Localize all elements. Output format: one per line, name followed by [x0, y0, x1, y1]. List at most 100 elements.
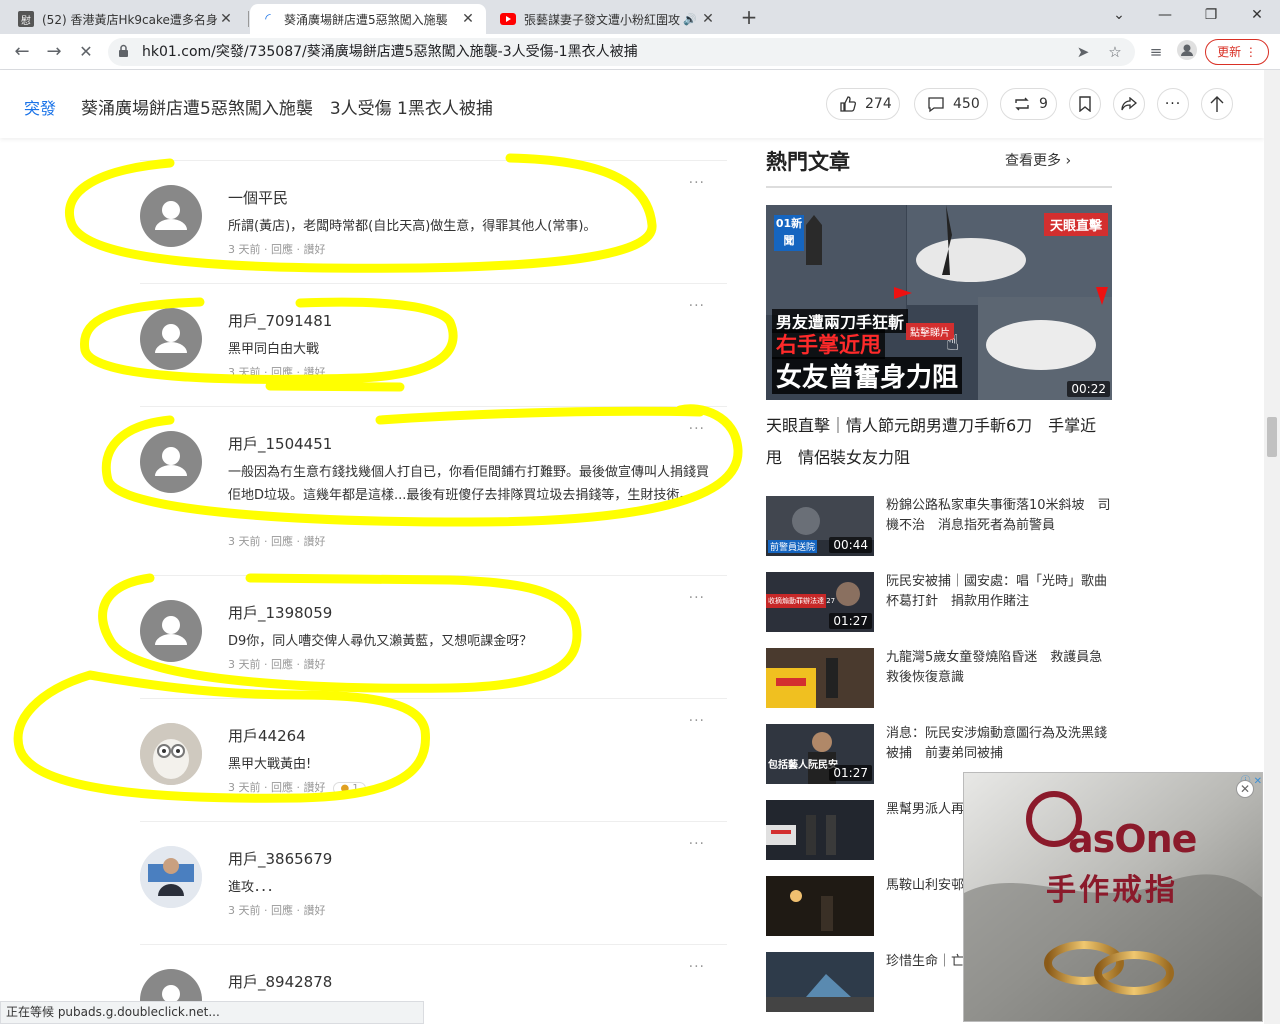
comment-item: 用戶_3865679 進攻．．． 3 天前 · 回應 · 讚好 ··· — [140, 821, 727, 944]
burger-emoji-icon: ● — [340, 783, 350, 794]
comment-item: 用戶_1398059 D9你，同人嘈交俾人尋仇又瀨黃藍，又想呃課金呀？ 3 天前… — [140, 575, 727, 698]
tab-hk01[interactable]: ◜ 葵涌廣場餅店遭5惡煞闖入施襲 ✕ — [250, 4, 486, 34]
comment-more-icon[interactable]: ··· — [689, 959, 705, 975]
comment-item: 一個平民 所謂(黃店)，老闆時常都(自比天高)做生意，得罪其他人(常事)。 3 … — [140, 160, 727, 283]
audio-playing-icon[interactable]: 🔊 — [680, 13, 700, 26]
section-link[interactable]: 突發 — [24, 95, 56, 119]
article-thumbnail: 前警員送院 00:44 — [766, 496, 874, 556]
hot-article-item[interactable]: 九龍灣5歲女童發燒陷昏迷 救護員急救後恢復意識 — [766, 648, 1112, 708]
comment-text: 所謂(黃店)，老闆時常都(自比天高)做生意，得罪其他人(常事)。 — [228, 219, 597, 234]
comment-author[interactable]: 用戶_3865679 — [228, 848, 332, 869]
lock-icon[interactable] — [118, 44, 129, 58]
default-avatar-icon[interactable] — [140, 308, 202, 370]
comment-author[interactable]: 用戶_1398059 — [228, 602, 332, 623]
like-button[interactable]: 274 — [826, 88, 900, 120]
scrollbar-track[interactable] — [1264, 70, 1280, 1024]
minimize-button[interactable]: — — [1142, 0, 1188, 30]
comment-more-icon[interactable]: ··· — [689, 298, 705, 314]
comment-more-icon[interactable]: ··· — [689, 175, 705, 191]
close-tab-icon[interactable]: ✕ — [700, 11, 716, 27]
tab-title: 張藝謀妻子發文遭小粉紅圍攻 — [524, 12, 680, 27]
comment-button[interactable]: 450 — [914, 88, 988, 120]
address-bar[interactable]: hk01.com/突發/735087/葵涌廣場餅店遭5惡煞闖入施襲-3人受傷-1… — [108, 38, 1135, 66]
comment-text: 黑甲同白甶大戰 — [228, 342, 320, 357]
comment-author[interactable]: 用戶_7091481 — [228, 310, 332, 331]
featured-article-title[interactable]: 天眼直擊｜情人節元朗男遭刀手斬6刀 手掌近甩 情侶裝女友力阻 — [766, 410, 1112, 474]
comment-item: 用戶_1504451 一般因為冇生意冇錢找幾個人打自已，你看佢間鋪冇打難野。最後… — [140, 406, 727, 575]
comment-more-icon[interactable]: ··· — [689, 836, 705, 852]
hk01-logo: 01新聞 — [774, 215, 804, 251]
see-more-link[interactable]: 查看更多 › — [1005, 150, 1071, 170]
comment-more-icon[interactable]: ··· — [689, 713, 705, 729]
close-window-button[interactable]: ✕ — [1234, 0, 1280, 30]
share-count-button[interactable]: 9 — [1000, 88, 1057, 120]
default-avatar-icon[interactable] — [140, 600, 202, 662]
thumb-caption: 收摘煽動罪辦法達 27 — [768, 597, 836, 605]
profile-icon[interactable] — [1175, 40, 1199, 64]
video-duration: 01:27 — [829, 613, 872, 629]
default-avatar-icon[interactable] — [140, 431, 202, 493]
share-button[interactable] — [1113, 88, 1145, 120]
hk01-favicon: ◜ — [265, 11, 271, 27]
more-options-button[interactable]: ··· — [1157, 88, 1189, 120]
comment-item: 用戶_7091481 黑甲同白甶大戰 3 天前 · 回應 · 讚好 ··· — [140, 283, 727, 406]
forward-button[interactable]: → — [40, 38, 68, 66]
share-arrow-icon — [1121, 97, 1137, 111]
comment-meta[interactable]: 3 天前 · 回應 · 讚好 — [228, 902, 325, 918]
new-tab-button[interactable]: + — [737, 5, 761, 29]
close-tab-icon[interactable]: ✕ — [218, 11, 234, 27]
browser-tab-bar: 慰 (52) 香港黃店Hk9cake遭多名身份 ✕ ◜ 葵涌廣場餅店遭5惡煞闖入… — [0, 0, 1280, 34]
article-thumbnail — [766, 648, 874, 708]
hot-article-item[interactable]: 前警員送院 00:44 粉錦公路私家車失事衝落10米斜坡 司機不治 消息指死者為前… — [766, 496, 1112, 556]
comment-text: D9你，同人嘈交俾人尋仇又瀨黃藍，又想呃課金呀？ — [228, 634, 533, 649]
advertisement[interactable]: asOne 手作戒指 — [963, 772, 1263, 1022]
thumb-caption: 包括藝人阮民安 — [768, 760, 838, 771]
comment-more-icon[interactable]: ··· — [689, 421, 705, 437]
url-text: hk01.com/突發/735087/葵涌廣場餅店遭5惡煞闖入施襲-3人受傷-1… — [142, 44, 638, 60]
video-duration: 01:27 — [829, 765, 872, 781]
eye-witness-badge: 天眼直擊 — [1043, 213, 1108, 236]
chevron-right-icon: › — [1065, 153, 1072, 169]
comment-more-icon[interactable]: ··· — [689, 590, 705, 606]
tab-title: (52) 香港黃店Hk9cake遭多名身份 — [42, 12, 218, 27]
article-thumbnail: 包括藝人阮民安 01:27 — [766, 724, 874, 784]
article-thumbnail: 收摘煽動罪辦法達 27 01:27 — [766, 572, 874, 632]
article-title: 九龍灣5歲女童發燒陷昏迷 救護員急救後恢復意識 — [886, 650, 1103, 685]
comment-text: 一般因為冇生意冇錢找幾個人打自已，你看佢間鋪冇打難野。最後做宣傳叫人捐錢買佢地D… — [228, 465, 710, 503]
comment-meta[interactable]: 3 天前 · 回應 · 讚好 — [228, 241, 325, 257]
default-avatar-icon[interactable] — [140, 185, 202, 247]
close-tab-icon[interactable]: ✕ — [460, 11, 476, 27]
see-more-label: 查看更多 — [1005, 153, 1061, 169]
reaction-count: 1 — [352, 783, 359, 794]
ellipsis-icon: ··· — [1164, 96, 1182, 112]
comment-meta[interactable]: 3 天前 · 回應 · 讚好 — [228, 781, 325, 794]
stop-loading-button[interactable]: ✕ — [72, 38, 100, 66]
tab-hk9cake[interactable]: 慰 (52) 香港黃店Hk9cake遭多名身份 ✕ — [8, 4, 244, 34]
comment-author[interactable]: 用戶_8942878 — [228, 971, 332, 992]
media-control-icon[interactable]: ≡ — [1144, 40, 1168, 64]
back-to-top-button[interactable] — [1201, 88, 1233, 120]
owl-avatar-icon[interactable] — [140, 723, 202, 785]
featured-video-thumbnail[interactable]: 01新聞 天眼直擊 男友遭兩刀手狂斬 右手掌近甩 女友曾奮身力阻 點擊睇片 ☝ … — [766, 205, 1112, 400]
comment-meta[interactable]: 3 天前 · 回應 · 讚好 — [228, 656, 325, 672]
back-button[interactable]: ← — [8, 38, 36, 66]
tab-youtube[interactable]: 張藝謀妻子發文遭小粉紅圍攻 🔊 ✕ — [490, 4, 726, 34]
update-button[interactable]: 更新 ⋮ — [1205, 39, 1269, 65]
maximize-button[interactable]: ❐ — [1188, 0, 1234, 30]
article-title: 消息：阮民安涉煽動意圖行為及洗黑錢被捕 前妻弟同被捕 — [886, 726, 1108, 761]
bookmark-star-icon[interactable]: ☆ — [1103, 40, 1127, 64]
send-icon[interactable]: ➤ — [1071, 40, 1095, 64]
hot-article-item[interactable]: 收摘煽動罪辦法達 27 01:27 阮民安被捕｜國安處：唱「光時」歌曲 杯葛打針 … — [766, 572, 1112, 632]
comment-meta[interactable]: 3 天前 · 回應 · 讚好 — [228, 533, 325, 549]
photo-avatar-icon[interactable] — [140, 846, 202, 908]
tab-search-button[interactable]: ⌄ — [1096, 0, 1142, 30]
comment-meta[interactable]: 3 天前 · 回應 · 讚好 — [228, 364, 325, 380]
comment-author[interactable]: 用戶44264 — [228, 725, 306, 746]
reaction-badge[interactable]: ● 1 — [333, 782, 366, 795]
comment-author[interactable]: 用戶_1504451 — [228, 433, 332, 454]
comment-author[interactable]: 一個平民 — [228, 187, 288, 208]
bookmark-button[interactable] — [1069, 88, 1101, 120]
update-label: 更新 — [1217, 45, 1242, 59]
ad-close-button[interactable]: ✕ — [1236, 780, 1254, 798]
scrollbar-thumb[interactable] — [1267, 417, 1277, 457]
